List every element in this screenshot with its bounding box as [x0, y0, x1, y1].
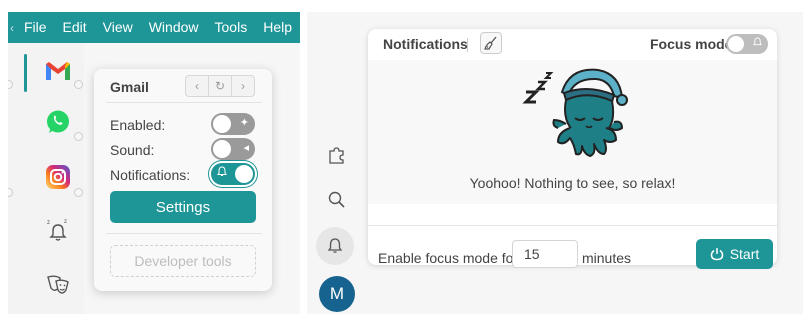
focus-mode-toggle[interactable]	[726, 34, 768, 54]
gmail-icon	[46, 62, 70, 80]
bell-icon	[327, 238, 343, 253]
notifications-title: Notifications	[383, 36, 468, 52]
active-service-indicator	[24, 54, 27, 92]
instagram-status-dot	[74, 188, 83, 197]
menu-help[interactable]: Help	[255, 12, 300, 43]
whatsapp-icon	[47, 110, 69, 133]
notifications-header: Notifications Focus mode	[368, 29, 777, 60]
menu-view[interactable]: View	[95, 12, 141, 43]
popover-divider-top	[106, 102, 262, 103]
svg-text:z: z	[64, 219, 67, 225]
enabled-toggle-knob	[213, 115, 231, 133]
left-app-window: ‹ File Edit View Window Tools Help z z G…	[8, 12, 300, 314]
reload-icon: ↻	[214, 79, 226, 93]
svg-text:z: z	[47, 220, 50, 226]
instagram-icon	[46, 165, 70, 189]
notifications-panel: Notifications Focus mode Yoohoo! Nothing…	[368, 29, 777, 269]
right-app-window: M Notifications Focus mode Yoohoo! Nothi…	[307, 12, 803, 314]
bell-icon	[217, 166, 227, 180]
focus-mode-toggle-knob	[728, 36, 744, 52]
bell-icon-small	[753, 37, 762, 50]
sidebar-item-masks[interactable]	[43, 270, 73, 300]
speaker-mute-icon: ◂	[243, 142, 249, 154]
developer-tools-button[interactable]: Developer tools	[110, 245, 256, 277]
sidebar-search[interactable]	[325, 188, 349, 212]
enabled-label: Enabled:	[110, 117, 166, 133]
notifications-label: Notifications:	[110, 167, 191, 183]
sleeping-octopus-illustration	[522, 68, 628, 157]
search-icon	[328, 191, 345, 208]
focus-for-label: Enable focus mode for	[378, 250, 519, 266]
focus-minutes-input[interactable]	[512, 240, 578, 268]
sidebar-item-gmail[interactable]	[43, 56, 73, 86]
chevron-left-icon: ‹	[195, 79, 199, 93]
broom-icon	[484, 36, 497, 50]
sidebar-extensions[interactable]	[325, 143, 349, 167]
service-nav: ‹ ↻ ›	[185, 75, 255, 97]
start-focus-button[interactable]: Start	[696, 239, 773, 269]
sidebar-item-whatsapp[interactable]	[43, 107, 73, 137]
service-name: Gmail	[110, 79, 149, 95]
chevron-right-icon: ›	[241, 79, 245, 93]
notifications-toggle-knob	[235, 165, 253, 183]
header-divider	[467, 38, 468, 52]
focus-mode-footer: Enable focus mode for minutes Start	[368, 225, 777, 277]
clear-notifications-button[interactable]	[480, 32, 502, 54]
reload-button[interactable]: ↻	[209, 76, 232, 96]
service-settings-popover: Gmail ‹ ↻ › Enabled: ✦ Sound: ◂ Notifica…	[94, 69, 272, 291]
menu-file[interactable]: File	[16, 12, 55, 43]
forward-button[interactable]: ›	[232, 76, 254, 96]
notifications-toggle[interactable]	[211, 163, 255, 185]
power-icon	[710, 248, 723, 261]
theater-masks-icon	[47, 275, 69, 294]
sound-label: Sound:	[110, 142, 155, 158]
sound-toggle[interactable]: ◂	[211, 138, 255, 160]
menubar-chevron-icon: ‹	[10, 20, 14, 35]
sidebar-item-instagram[interactable]	[43, 162, 73, 192]
menu-edit[interactable]: Edit	[55, 12, 95, 43]
popover-divider-bottom	[106, 233, 262, 234]
sidebar-item-notifications[interactable]: z z	[43, 216, 73, 246]
settings-button[interactable]: Settings	[110, 191, 256, 223]
sound-toggle-knob	[213, 140, 231, 158]
power-off-icon: ✦	[239, 117, 249, 129]
enabled-toggle[interactable]: ✦	[211, 113, 255, 135]
user-avatar[interactable]: M	[319, 276, 355, 312]
sidebar-notifications[interactable]	[316, 227, 354, 265]
snooze-bell-icon: z z	[47, 219, 67, 241]
gmail-status-dot	[74, 80, 83, 89]
menu-tools[interactable]: Tools	[207, 12, 256, 43]
back-button[interactable]: ‹	[186, 76, 209, 96]
focus-mode-label: Focus mode	[650, 36, 733, 52]
empty-state-message: Yoohoo! Nothing to see, so relax!	[469, 175, 676, 191]
puzzle-icon	[329, 147, 344, 164]
minutes-unit-label: minutes	[582, 250, 632, 266]
menubar: ‹ File Edit View Window Tools Help	[8, 12, 300, 43]
start-label: Start	[729, 246, 760, 262]
whatsapp-status-dot	[74, 132, 83, 141]
menu-window[interactable]: Window	[141, 12, 207, 43]
